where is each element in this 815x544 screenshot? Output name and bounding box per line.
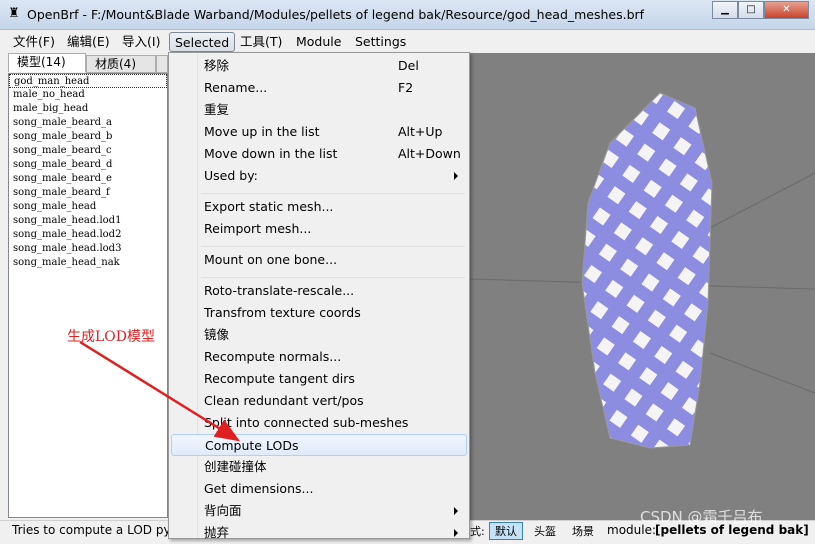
annotation-arrow xyxy=(79,340,241,442)
